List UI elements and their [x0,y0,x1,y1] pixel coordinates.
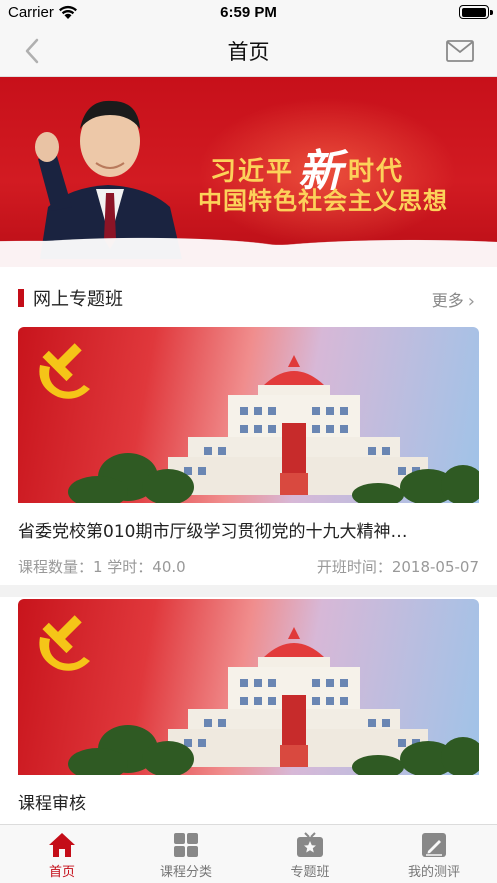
mail-icon[interactable] [445,38,475,64]
more-label: 更多 [431,291,464,310]
chevron-right-icon: › [467,291,475,312]
course-meta: 课程数量：1 学时：40.0 开班时间：2018-05-07 [18,556,479,578]
navigation-bar: 首页 [0,26,497,77]
tv-star-icon [297,832,323,857]
battery-icon [459,5,493,19]
course-card[interactable]: 省委党校第010期市厅级学习贯彻党的十九大精神… 课程数量：1 学时：40.0 … [18,327,479,578]
course-card[interactable]: 课程审核 [18,599,479,814]
hero-banner[interactable]: 习近平新 时代 中国特色社会主义思想 [0,77,497,267]
tab-special-class-label: 专题班 [290,865,330,880]
more-link[interactable]: 更多 › [431,287,475,312]
course-title: 省委党校第010期市厅级学习贯彻党的十九大精神… [18,522,408,542]
home-icon [49,833,75,857]
status-time: 6:59 PM [220,4,277,21]
course-start-date: 开班时间：2018-05-07 [316,558,479,576]
section-title: 网上专题班 [33,289,123,310]
section-header: 网上专题班 更多 › [0,267,497,327]
course-title: 课程审核 [18,794,86,814]
tab-home-label: 首页 [48,865,75,880]
course-stats: 课程数量：1 学时：40.0 [18,558,186,576]
grid-icon [174,833,198,857]
tab-home[interactable]: 首页 [0,831,124,881]
page-title: 首页 [227,40,270,64]
course-cover-image [18,599,479,775]
course-cover-image [18,327,479,503]
banner-subheadline: 中国特色社会主义思想 [198,187,448,215]
edit-note-icon [422,833,446,857]
tab-bar: 首页 课程分类 专题班 我的测评 [0,824,497,883]
tab-course-category-label: 课程分类 [159,865,212,880]
section-accent-bar [18,289,24,307]
tab-my-assessment[interactable]: 我的测评 [372,831,496,881]
tab-course-category[interactable]: 课程分类 [124,831,248,881]
section-divider [0,585,497,597]
status-bar: Carrier 6:59 PM [0,0,497,26]
tab-my-assessment-label: 我的测评 [407,865,460,880]
tab-special-class[interactable]: 专题班 [248,831,372,881]
